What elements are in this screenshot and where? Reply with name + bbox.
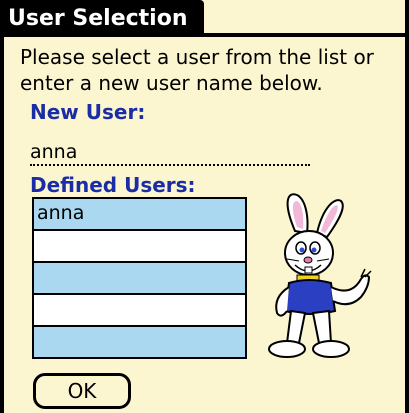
- new-user-label: New User:: [30, 100, 146, 124]
- defined-users-label: Defined Users:: [30, 173, 196, 197]
- cartoon-rabbit-icon: [268, 193, 372, 358]
- list-item[interactable]: [34, 229, 245, 261]
- list-item[interactable]: anna: [34, 199, 245, 229]
- list-item[interactable]: [34, 261, 245, 293]
- title-underline: [200, 33, 409, 37]
- new-user-name-input[interactable]: [30, 140, 310, 166]
- instructions-text: Please select a user from the list or en…: [20, 45, 374, 95]
- list-item[interactable]: [34, 325, 245, 357]
- ok-button[interactable]: OK: [33, 373, 131, 409]
- dialog-title: User Selection: [0, 0, 204, 37]
- list-item[interactable]: [34, 293, 245, 325]
- dialog-window: User Selection Please select a user from…: [0, 0, 409, 413]
- title-bar: User Selection: [0, 0, 409, 37]
- defined-users-list: anna: [32, 197, 247, 359]
